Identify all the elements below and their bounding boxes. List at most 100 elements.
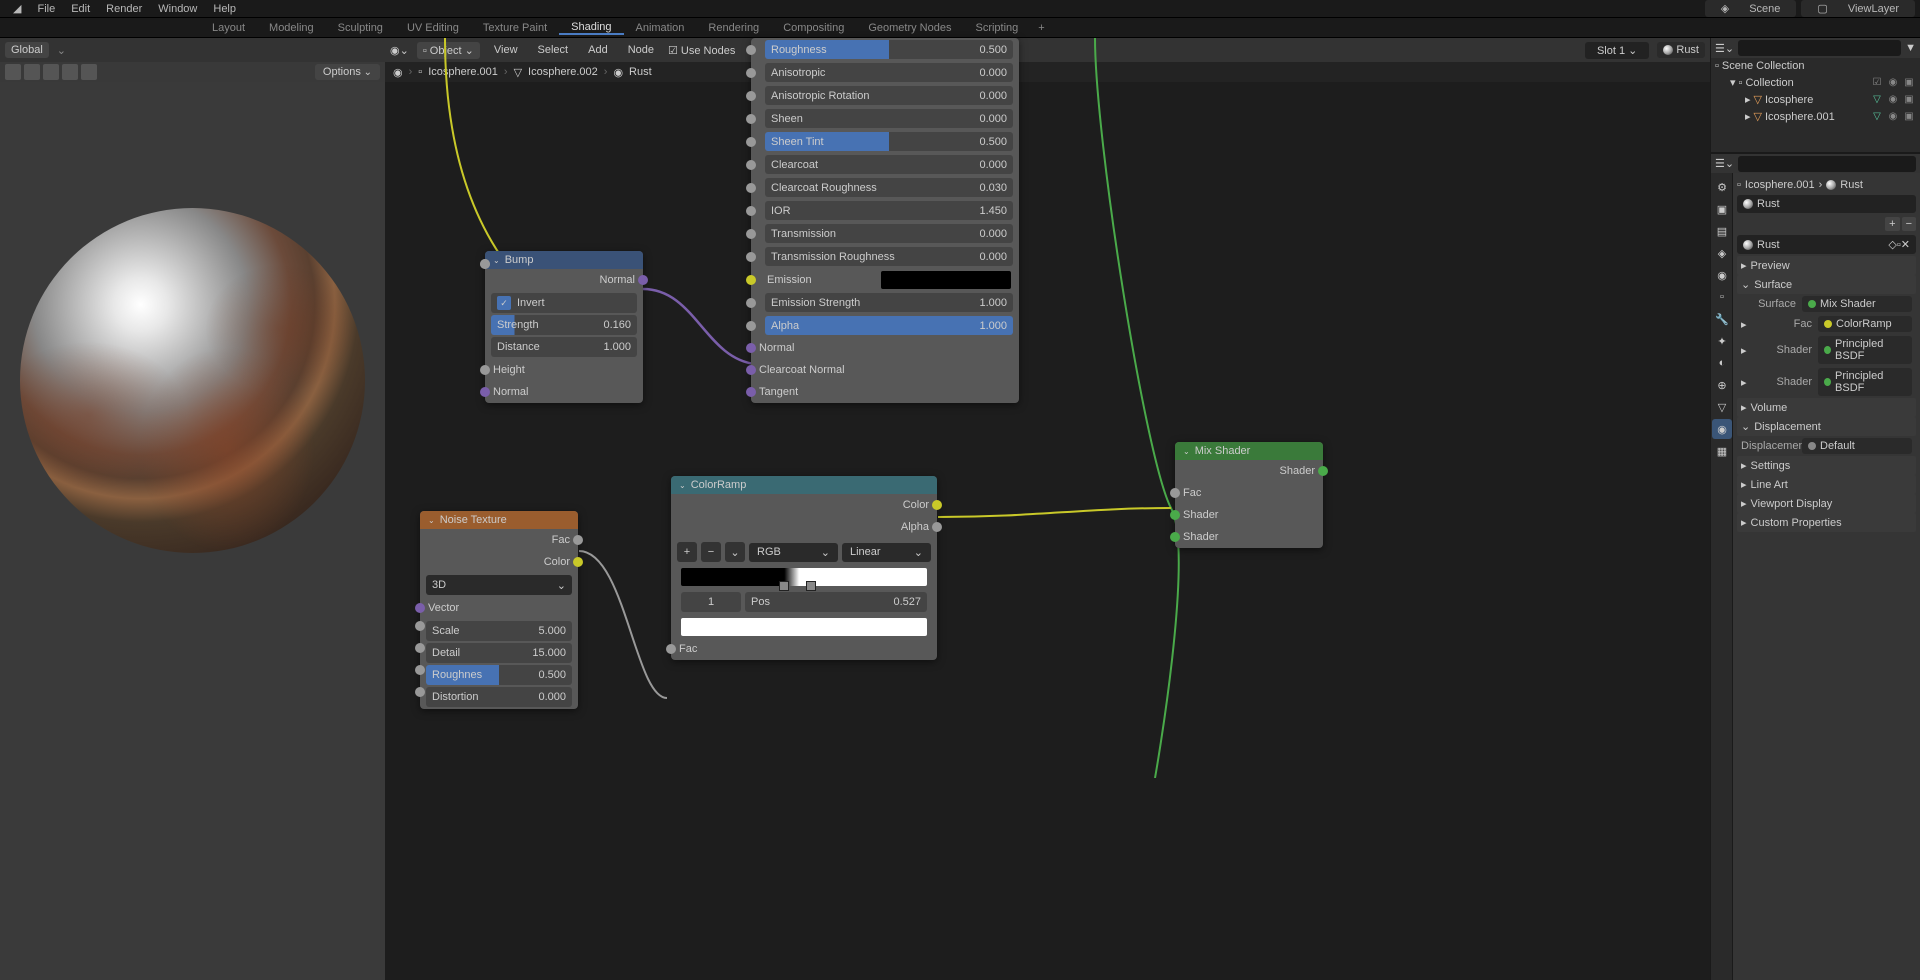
select-menu[interactable]: Select	[532, 44, 575, 56]
camera-icon[interactable]: ▣	[1902, 77, 1916, 88]
add-stop-button[interactable]: +	[677, 542, 697, 562]
tool-icon[interactable]	[43, 64, 59, 80]
strength-field[interactable]: Strength0.160	[491, 315, 637, 335]
input-socket[interactable]	[746, 45, 756, 55]
material-tab[interactable]: ◉	[1712, 419, 1732, 439]
displacement-section[interactable]: ⌄Displacement	[1737, 417, 1916, 436]
principled-bsdf-node[interactable]: Roughness0.500 Anisotropic0.000 Anisotro…	[751, 38, 1019, 403]
camera-icon[interactable]: ▣	[1902, 111, 1916, 122]
breadcrumb-obj2[interactable]: Icosphere.002	[528, 66, 598, 78]
breadcrumb-obj[interactable]: Icosphere.001	[428, 66, 498, 78]
custom-properties-section[interactable]: ▸Custom Properties	[1737, 513, 1916, 532]
tree-icosphere[interactable]: ▸▽Icosphere▽◉▣	[1711, 91, 1920, 108]
tab-compositing[interactable]: Compositing	[771, 22, 856, 34]
output-socket[interactable]	[638, 275, 648, 285]
particle-tab[interactable]: ✦	[1712, 331, 1732, 351]
mix-shader-node[interactable]: ⌄Mix Shader Shader Fac Shader Shader	[1175, 442, 1323, 548]
emission-color-swatch[interactable]	[881, 271, 1011, 289]
eye-icon[interactable]: ◉	[1886, 77, 1900, 88]
editor-type-icon[interactable]: ☰⌄	[1715, 42, 1734, 55]
input-socket[interactable]	[666, 644, 676, 654]
roughness-field[interactable]: Roughnes0.500	[426, 665, 572, 685]
shader2-input[interactable]: Principled BSDF	[1818, 368, 1912, 396]
input-socket[interactable]	[1170, 488, 1180, 498]
slot-dropdown[interactable]: Slot 1 ⌄	[1585, 42, 1649, 59]
settings-section[interactable]: ▸Settings	[1737, 456, 1916, 475]
view-menu[interactable]: View	[488, 44, 524, 56]
modifier-icon[interactable]: ▽	[1870, 94, 1884, 105]
tab-animation[interactable]: Animation	[624, 22, 697, 34]
add-workspace-button[interactable]: +	[1030, 22, 1052, 34]
surface-section[interactable]: ⌄Surface	[1737, 275, 1916, 294]
shader1-input[interactable]: Principled BSDF	[1818, 336, 1912, 364]
constraint-tab[interactable]: ⊕	[1712, 375, 1732, 395]
volume-section[interactable]: ▸Volume	[1737, 398, 1916, 417]
input-socket[interactable]	[415, 665, 425, 675]
input-socket[interactable]	[1170, 510, 1180, 520]
render-menu[interactable]: Render	[98, 3, 150, 15]
surface-shader-dropdown[interactable]: Mix Shader	[1802, 296, 1912, 312]
colorramp-node[interactable]: ⌄ColorRamp Color Alpha + − ⌄ RGB⌄ Linear…	[671, 476, 937, 660]
collapse-icon[interactable]: ⌄	[1183, 447, 1190, 456]
data-tab[interactable]: ▽	[1712, 397, 1732, 417]
outliner-search[interactable]	[1738, 40, 1901, 56]
eye-icon[interactable]: ◉	[1886, 111, 1900, 122]
preview-section[interactable]: ▸Preview	[1737, 256, 1916, 275]
breadcrumb-mat[interactable]: Rust	[629, 66, 652, 78]
add-slot-button[interactable]: +	[1885, 217, 1899, 231]
tree-icosphere-001[interactable]: ▸▽Icosphere.001▽◉▣	[1711, 108, 1920, 125]
tab-modeling[interactable]: Modeling	[257, 22, 326, 34]
help-menu[interactable]: Help	[205, 3, 244, 15]
physics-tab[interactable]: ◐	[1712, 353, 1732, 373]
viewlayer-selector[interactable]: ▢ViewLayer	[1801, 0, 1915, 17]
render-tab[interactable]: ⚙	[1712, 177, 1732, 197]
output-socket[interactable]	[573, 557, 583, 567]
input-socket[interactable]	[746, 91, 756, 101]
input-socket[interactable]	[415, 687, 425, 697]
input-socket[interactable]	[746, 137, 756, 147]
tab-texpaint[interactable]: Texture Paint	[471, 22, 559, 34]
object-mode-dropdown[interactable]: ▫ Object ⌄	[417, 42, 480, 59]
input-socket[interactable]	[746, 275, 756, 285]
output-socket[interactable]	[573, 535, 583, 545]
camera-icon[interactable]: ▣	[1902, 94, 1916, 105]
input-socket[interactable]	[746, 298, 756, 308]
input-socket[interactable]	[415, 603, 425, 613]
output-socket[interactable]	[932, 500, 942, 510]
input-socket[interactable]	[1170, 532, 1180, 542]
tab-geonodes[interactable]: Geometry Nodes	[856, 22, 963, 34]
scene-tab[interactable]: ◈	[1712, 243, 1732, 263]
tool-icon[interactable]	[5, 64, 21, 80]
editor-type-icon[interactable]: ☰⌄	[1715, 157, 1734, 170]
input-socket[interactable]	[746, 206, 756, 216]
shader-node-editor[interactable]: ◉⌄ ▫ Object ⌄ View Select Add Node ☑ Use…	[385, 38, 1710, 980]
tab-uv[interactable]: UV Editing	[395, 22, 471, 34]
material-selector[interactable]: Rust	[1657, 42, 1705, 58]
properties-search[interactable]	[1738, 156, 1916, 172]
add-menu[interactable]: Add	[582, 44, 614, 56]
tab-layout[interactable]: Layout	[200, 22, 257, 34]
input-socket[interactable]	[415, 621, 425, 631]
detail-field[interactable]: Detail15.000	[426, 643, 572, 663]
input-socket[interactable]	[480, 259, 490, 269]
stop-position-field[interactable]: Pos0.527	[745, 592, 927, 612]
displacement-input[interactable]: Default	[1802, 438, 1912, 454]
distortion-field[interactable]: Distortion0.000	[426, 687, 572, 707]
viewlayer-tab[interactable]: ▤	[1712, 221, 1732, 241]
window-menu[interactable]: Window	[150, 3, 205, 15]
node-menu[interactable]: Node	[622, 44, 660, 56]
output-socket[interactable]	[932, 522, 942, 532]
tab-rendering[interactable]: Rendering	[696, 22, 771, 34]
bump-node[interactable]: ⌄Bump Normal ✓Invert Strength0.160 Dista…	[485, 251, 643, 403]
world-tab[interactable]: ◉	[1712, 265, 1732, 285]
tree-collection[interactable]: ▾▫Collection☑◉▣	[1711, 74, 1920, 91]
editor-type-icon[interactable]: ◉⌄	[390, 44, 409, 57]
input-socket[interactable]	[746, 68, 756, 78]
input-socket[interactable]	[746, 229, 756, 239]
input-socket[interactable]	[746, 387, 756, 397]
input-socket[interactable]	[746, 321, 756, 331]
ramp-stop[interactable]	[779, 581, 789, 591]
file-menu[interactable]: File	[29, 3, 63, 15]
checkbox-icon[interactable]: ☑	[1870, 77, 1884, 88]
3d-viewport[interactable]: Global ⌄ Options ⌄	[0, 38, 385, 980]
